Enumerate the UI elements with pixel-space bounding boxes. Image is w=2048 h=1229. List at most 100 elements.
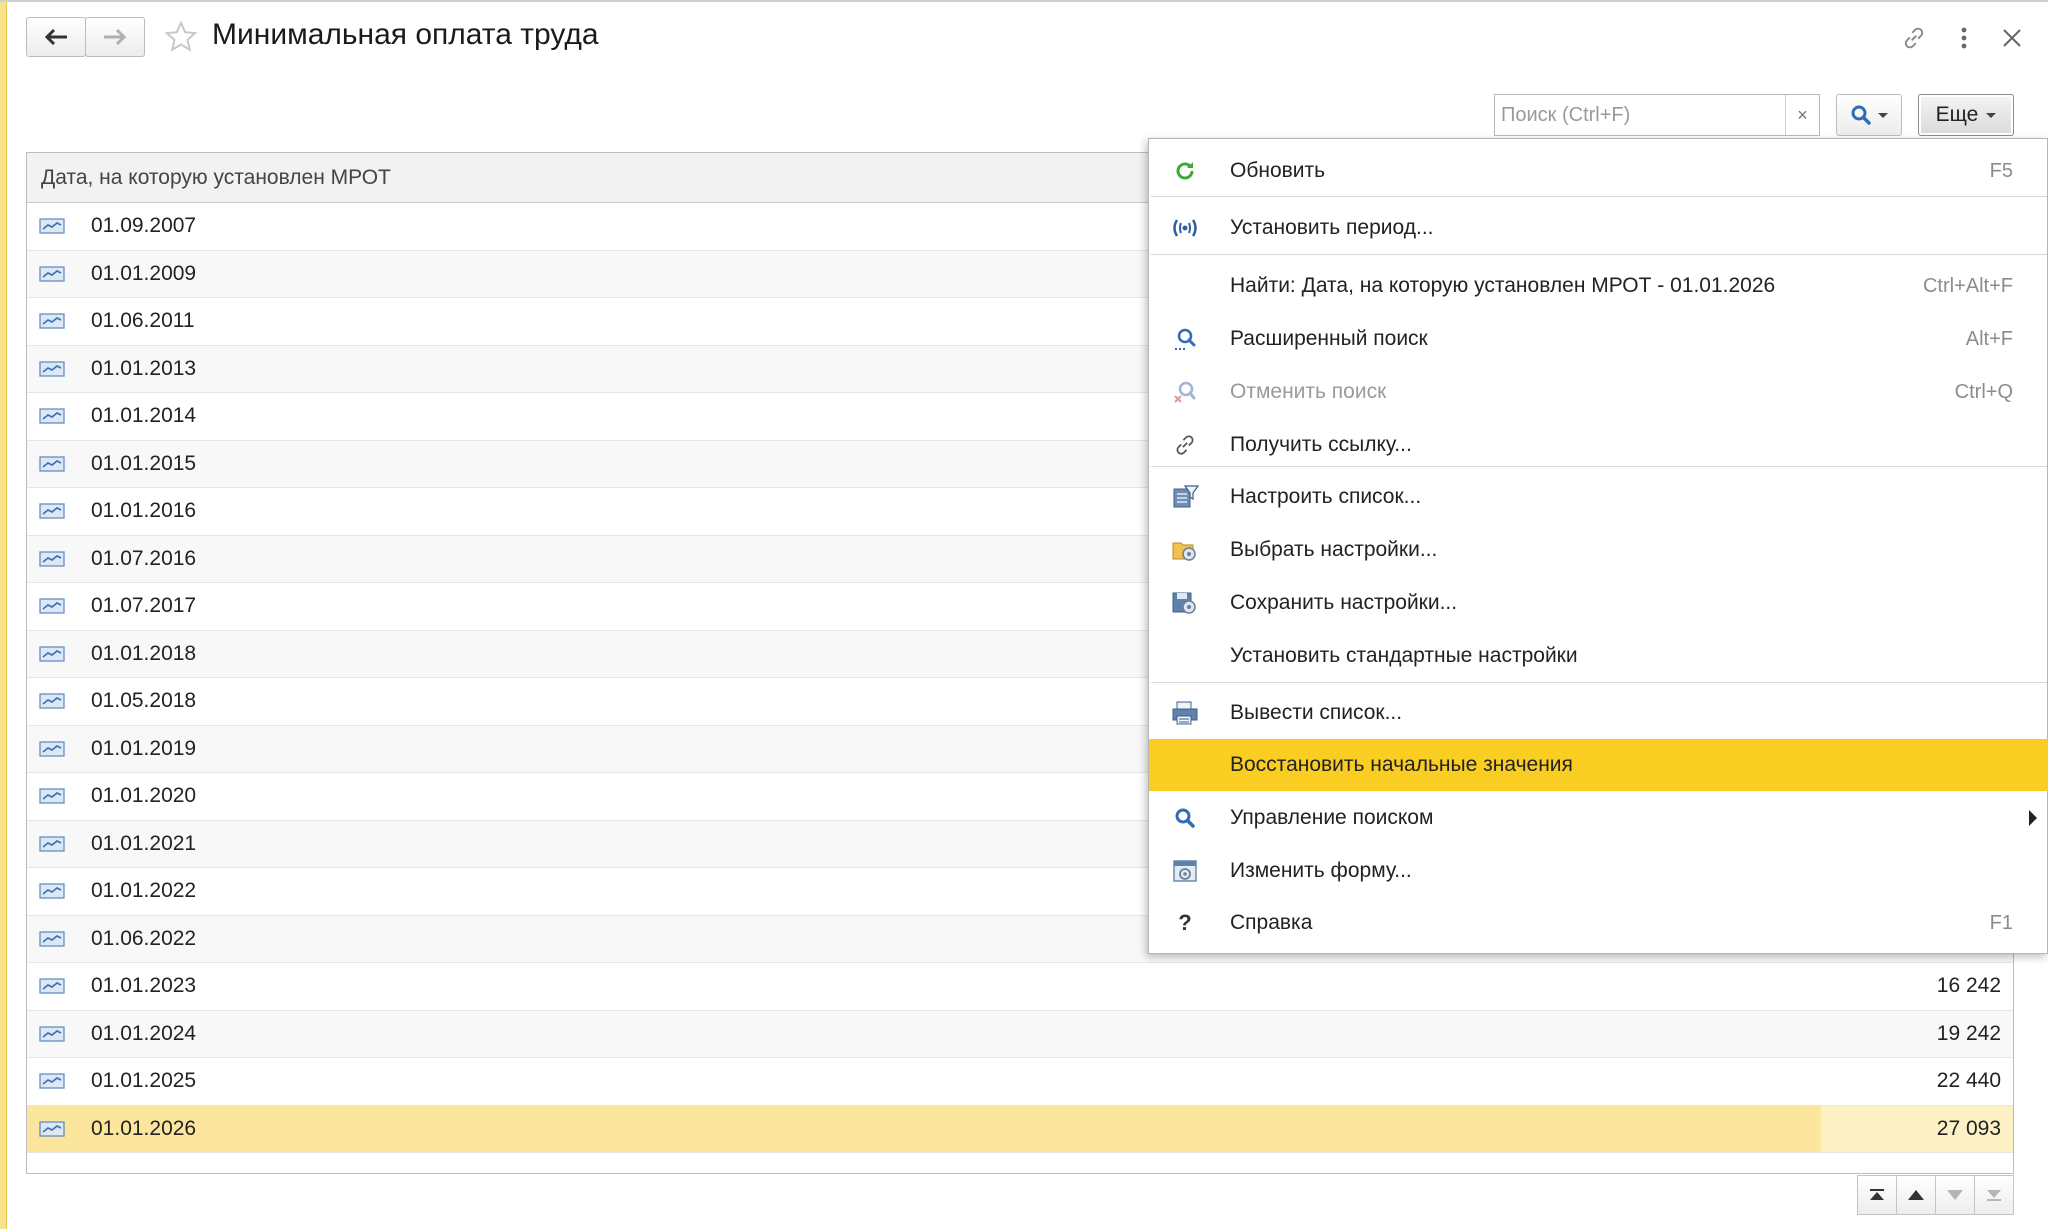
triangle-up-icon (1908, 1190, 1924, 1200)
arrow-right-icon (104, 28, 127, 46)
register-record-icon (39, 313, 65, 329)
register-record-icon (39, 883, 65, 899)
scroll-down-button[interactable] (1935, 1175, 1975, 1215)
register-record-icon (39, 266, 65, 282)
row-value: 27 093 (1936, 1116, 2001, 1140)
row-date: 01.01.2022 (91, 879, 197, 903)
row-date: 01.01.2014 (91, 404, 197, 428)
search-field: × (1494, 94, 1820, 136)
scroll-bottom-icon (1987, 1190, 2001, 1201)
table-row[interactable]: 01.01.2023 16 242 (27, 963, 2013, 1011)
register-record-icon (39, 598, 65, 614)
menu-item-get-link[interactable]: Получить ссылку... (1149, 419, 2048, 471)
register-record-icon (39, 931, 65, 947)
top-border (0, 0, 2048, 2)
search-button[interactable] (1836, 94, 1902, 136)
menu-item-restore-defaults[interactable]: Восстановить начальные значения (1149, 739, 2048, 791)
row-date: 01.05.2018 (91, 689, 197, 713)
menu-item-change-form[interactable]: Изменить форму... (1149, 845, 2048, 897)
close-icon (2003, 29, 2021, 47)
menu-item-shortcut: F5 (1989, 159, 2013, 182)
register-record-icon (39, 503, 65, 519)
scroll-up-button[interactable] (1896, 1175, 1936, 1215)
register-record-icon (39, 741, 65, 757)
menu-item-label: Управление поиском (1230, 806, 1434, 829)
row-date: 01.01.2009 (91, 261, 197, 285)
save-settings-icon (1171, 589, 1199, 617)
link-icon (1171, 431, 1199, 459)
menu-item-label: Вывести список... (1230, 701, 1403, 724)
table-row[interactable]: 01.01.2024 19 242 (27, 1010, 2013, 1058)
menu-item-refresh[interactable]: Обновить F5 (1149, 145, 2048, 197)
back-button[interactable] (26, 17, 86, 57)
menu-item-find[interactable]: Найти: Дата, на которую установлен МРОТ … (1149, 260, 2048, 312)
menu-separator (1151, 466, 2047, 467)
menu-item-label: Справка (1230, 911, 1313, 934)
row-date: 01.01.2026 (91, 1116, 197, 1140)
row-date: 01.06.2011 (91, 309, 195, 333)
search-clear-button[interactable]: × (1785, 95, 1819, 135)
cancel-search-icon (1171, 378, 1199, 406)
row-date: 01.01.2013 (91, 356, 197, 380)
menu-separator (1151, 682, 2047, 683)
menu-item-configure-list[interactable]: Настроить список... (1149, 471, 2048, 523)
scroll-controls (1857, 1175, 2014, 1215)
menu-item-search-management[interactable]: Управление поиском (1149, 792, 2048, 844)
row-date: 01.01.2024 (91, 1021, 197, 1045)
more-button[interactable]: Еще (1918, 94, 2014, 136)
table-row[interactable]: 01.01.2025 22 440 (27, 1058, 2013, 1106)
row-date: 01.01.2023 (91, 974, 197, 998)
menu-item-label: Настроить список... (1230, 485, 1422, 508)
more-dropdown-menu: Обновить F5 Установить период... Найти: … (1148, 138, 2048, 954)
menu-item-output-list[interactable]: Вывести список... (1149, 687, 2048, 739)
register-record-icon (39, 1121, 65, 1137)
advanced-search-icon (1171, 325, 1199, 353)
print-list-icon (1171, 699, 1199, 727)
search-input[interactable] (1495, 95, 1785, 135)
menu-item-label: Выбрать настройки... (1230, 538, 1438, 561)
menu-item-shortcut: Ctrl+Alt+F (1922, 274, 2013, 297)
menu-item-save-settings[interactable]: Сохранить настройки... (1149, 577, 2048, 629)
row-date: 01.01.2016 (91, 499, 197, 523)
help-icon: ? (1178, 910, 1192, 935)
menu-item-label: Сохранить настройки... (1230, 591, 1458, 614)
forward-button[interactable] (85, 17, 145, 57)
more-options-button[interactable] (1948, 22, 1980, 54)
column-header-label: Дата, на которую установлен МРОТ (41, 165, 391, 189)
row-date: 01.01.2019 (91, 736, 197, 760)
menu-item-help[interactable]: ? Справка F1 (1149, 897, 2048, 949)
row-date: 01.06.2022 (91, 926, 197, 950)
register-record-icon (39, 456, 65, 472)
menu-item-standard-settings[interactable]: Установить стандартные настройки (1149, 630, 2048, 682)
list-settings-icon (1171, 483, 1199, 511)
close-button[interactable] (1996, 22, 2028, 54)
register-record-icon (39, 408, 65, 424)
window-edge-strip (0, 0, 7, 1229)
register-record-icon (39, 836, 65, 852)
table-row[interactable]: 01.01.2026 27 093 (27, 1105, 2013, 1153)
row-date: 01.01.2021 (91, 831, 197, 855)
scroll-top-button[interactable] (1857, 1175, 1897, 1215)
navigation-buttons (26, 17, 145, 57)
link-button[interactable] (1898, 22, 1930, 54)
menu-item-cancel-search[interactable]: Отменить поиск Ctrl+Q (1149, 366, 2048, 418)
menu-item-advanced-search[interactable]: Расширенный поиск Alt+F (1149, 313, 2048, 365)
menu-item-label: Установить стандартные настройки (1230, 644, 1578, 667)
menu-item-choose-settings[interactable]: Выбрать настройки... (1149, 524, 2048, 576)
search-icon (1171, 804, 1199, 832)
menu-item-label: Найти: Дата, на которую установлен МРОТ … (1230, 274, 1776, 297)
menu-item-shortcut: Ctrl+Q (1954, 380, 2013, 403)
scroll-bottom-button[interactable] (1974, 1175, 2014, 1215)
favorite-star-icon[interactable] (164, 20, 198, 54)
submenu-arrow-icon (2029, 810, 2037, 826)
menu-item-set-period[interactable]: Установить период... (1149, 202, 2048, 254)
register-record-icon (39, 1073, 65, 1089)
menu-item-label: Установить период... (1230, 216, 1434, 239)
register-record-icon (39, 978, 65, 994)
row-date: 01.01.2020 (91, 784, 197, 808)
menu-item-shortcut: Alt+F (1965, 327, 2013, 350)
triangle-down-icon (1947, 1190, 1963, 1200)
period-icon (1171, 214, 1199, 242)
row-value: 16 242 (1936, 974, 2001, 998)
register-record-icon (39, 788, 65, 804)
